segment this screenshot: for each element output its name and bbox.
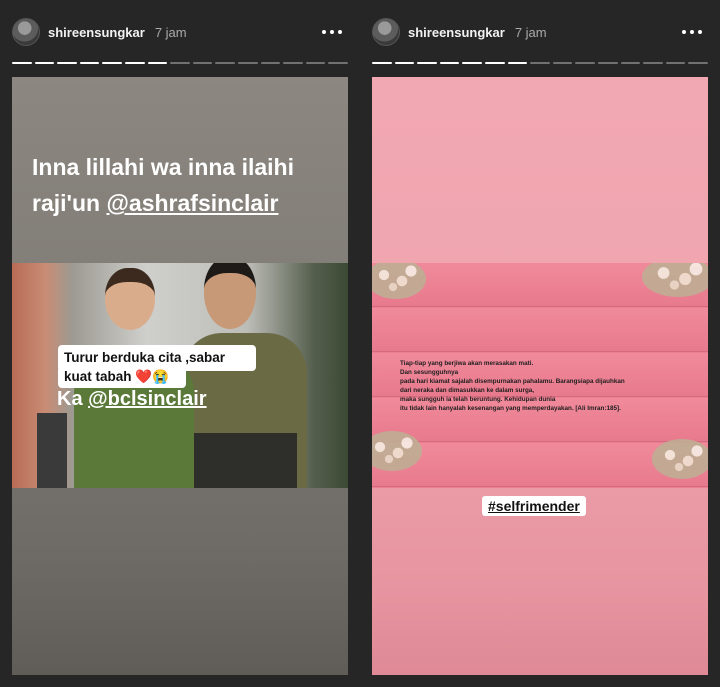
quote-line: pada hari kiamat sajalah disempurnakan p… — [400, 378, 625, 385]
hashtag-sticker[interactable]: #selfrimender — [482, 496, 586, 516]
progress-segment — [439, 62, 460, 64]
man-sarong — [192, 433, 297, 488]
progress-segment — [102, 62, 122, 64]
caption-line-2: raji'un @ashrafsinclair — [32, 185, 332, 221]
ka-prefix: Ka — [57, 388, 89, 410]
progress-segment — [597, 62, 618, 64]
progress-segment — [417, 62, 437, 64]
progress-segment — [237, 62, 258, 64]
timestamp: 7 jam — [154, 24, 187, 40]
progress-segment — [57, 62, 77, 64]
progress-segment — [372, 62, 392, 64]
progress-segment — [192, 62, 213, 64]
photo-pillar — [37, 413, 67, 488]
progress-segment — [328, 62, 348, 64]
story-header: shireensungkar 7 jam — [12, 14, 346, 50]
story-viewer: shireensungkar 7 jam Inna lillahi wa inn… — [0, 0, 720, 687]
progress-segment — [147, 62, 168, 64]
story-left[interactable]: shireensungkar 7 jam Inna lillahi wa inn… — [0, 0, 360, 687]
progress-segment — [688, 62, 708, 64]
condolence-sticker-line-2: kuat tabah ❤️😭 — [58, 366, 186, 388]
progress-segment — [305, 62, 326, 64]
progress-segment — [462, 62, 482, 64]
progress-segment — [575, 62, 595, 64]
progress-segment — [552, 62, 573, 64]
avatar[interactable] — [372, 18, 400, 46]
timestamp: 7 jam — [514, 24, 547, 40]
mention-bclsinclair[interactable]: @bclsinclair — [88, 388, 206, 410]
story-content[interactable]: Tiap-tiap yang berjiwa akan merasakan ma… — [372, 77, 708, 675]
progress-segment — [215, 62, 235, 64]
progress-segment — [620, 62, 641, 64]
progress-segment — [530, 62, 550, 64]
progress-segment — [34, 62, 55, 64]
more-options-icon[interactable] — [678, 26, 706, 38]
progress-segment — [507, 62, 528, 64]
progress-segment — [260, 62, 281, 64]
avatar[interactable] — [12, 18, 40, 46]
wood-plank — [372, 308, 708, 352]
quote-line: Tiap-tiap yang berjiwa akan merasakan ma… — [400, 360, 534, 367]
progress-segment — [394, 62, 415, 64]
flowers-bottom-right — [652, 439, 708, 479]
pink-wood-image: Tiap-tiap yang berjiwa akan merasakan ma… — [372, 263, 708, 488]
progress-segment — [79, 62, 100, 64]
progress-segment — [665, 62, 686, 64]
more-options-icon[interactable] — [318, 26, 346, 38]
quote-line: Dan sesungguhnya — [400, 369, 459, 376]
quote-line: maka sungguh ia telah beruntung. Kehidup… — [400, 396, 556, 403]
story-progress-bar — [12, 62, 348, 65]
story-progress-bar — [372, 62, 708, 65]
sticker-text: kuat tabah — [64, 369, 132, 384]
caption-prefix: raji'un — [32, 190, 107, 216]
story-header: shireensungkar 7 jam — [372, 14, 706, 50]
heart-crying-emoji: ❤️😭 — [135, 369, 169, 384]
quote-line: dari neraka dan dimasukkan ke dalam surg… — [400, 387, 535, 394]
story-caption: Inna lillahi wa inna ilaihi raji'un @ash… — [32, 149, 332, 221]
story-right[interactable]: shireensungkar 7 jam Tiap-tiap yang berj… — [360, 0, 720, 687]
woman-head — [105, 268, 155, 330]
quote-line: itu tidak lain hanyalah kesenangan yang … — [400, 405, 621, 412]
ka-mention-line: Ka @bclsinclair — [57, 387, 207, 411]
progress-segment — [124, 62, 145, 64]
progress-segment — [12, 62, 32, 64]
mention-ashrafsinclair[interactable]: @ashrafsinclair — [106, 190, 278, 216]
quran-quote: Tiap-tiap yang berjiwa akan merasakan ma… — [400, 359, 700, 413]
progress-segment — [283, 62, 303, 64]
caption-line-1: Inna lillahi wa inna ilaihi — [32, 154, 294, 180]
progress-segment — [170, 62, 190, 64]
story-content[interactable]: Inna lillahi wa inna ilaihi raji'un @ash… — [12, 77, 348, 675]
progress-segment — [484, 62, 505, 64]
username[interactable]: shireensungkar — [408, 25, 505, 40]
progress-segment — [643, 62, 663, 64]
username[interactable]: shireensungkar — [48, 25, 145, 40]
